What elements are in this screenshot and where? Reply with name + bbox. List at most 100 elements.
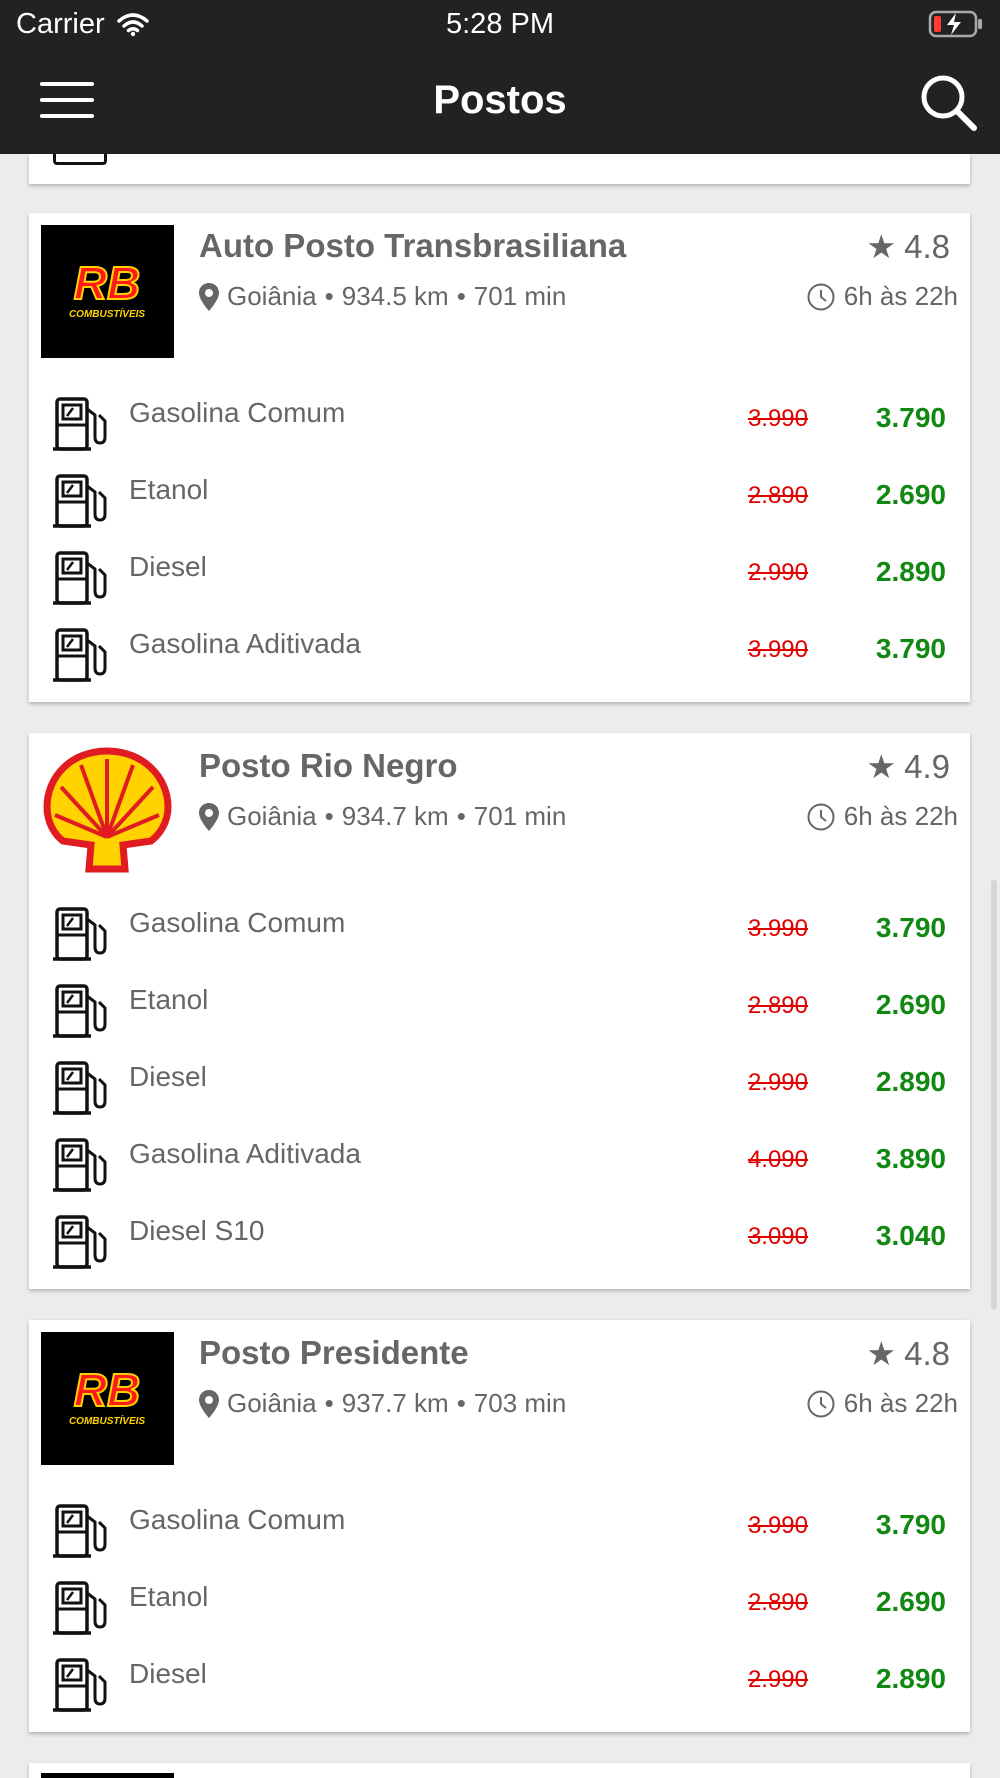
station-rating: ★ 4.8 xyxy=(867,227,950,266)
search-icon[interactable] xyxy=(918,72,978,132)
old-price: 2.890 xyxy=(747,992,808,1019)
fuel-pump-icon xyxy=(51,626,109,684)
fuel-name: Gasolina Comum xyxy=(129,907,346,938)
old-price: 3.990 xyxy=(747,405,808,432)
fuel-pump-icon xyxy=(51,395,109,453)
old-price: 2.990 xyxy=(747,1666,808,1693)
status-bar: Carrier 5:28 PM xyxy=(0,0,1000,52)
scrollbar[interactable] xyxy=(991,880,997,1310)
new-price: 3.790 xyxy=(875,402,946,433)
fuel-name: Gasolina Aditivada xyxy=(129,628,361,659)
fuel-name: Diesel S10 xyxy=(129,1215,265,1246)
station-city: Goiânia xyxy=(227,1388,317,1418)
fuel-row[interactable]: Gasolina Comum 3.990 3.790 xyxy=(29,903,970,980)
hours-value: 6h às 22h xyxy=(843,281,958,311)
fuel-name: Gasolina Comum xyxy=(129,1504,346,1535)
hours-value: 6h às 22h xyxy=(843,801,958,831)
fuel-row[interactable]: Diesel 2.990 2.890 xyxy=(29,1654,970,1731)
new-price: 2.690 xyxy=(875,1586,946,1617)
new-price: 2.890 xyxy=(875,1066,946,1097)
station-logo-rb: RB COMBUSTÍVEIS xyxy=(41,225,174,358)
fuel-pump-icon xyxy=(51,1059,109,1117)
new-price: 3.890 xyxy=(875,1143,946,1174)
clock-icon xyxy=(807,283,835,310)
fuel-pump-icon xyxy=(51,1579,109,1637)
old-price: 2.890 xyxy=(747,482,808,509)
separator-dot: • xyxy=(324,1388,334,1418)
station-distance: 934.7 km xyxy=(341,801,449,831)
new-price: 2.690 xyxy=(875,989,946,1020)
star-icon: ★ xyxy=(866,748,897,785)
station-city: Goiânia xyxy=(227,801,317,831)
fuel-row[interactable]: Etanol 2.890 2.690 xyxy=(29,980,970,1057)
location-pin-icon xyxy=(199,282,219,311)
station-logo-shell xyxy=(41,745,174,878)
fuel-row[interactable]: Gasolina Aditivada 3.990 3.790 xyxy=(29,624,970,701)
fuel-row[interactable]: Diesel S10 3.090 3.040 xyxy=(29,1211,970,1288)
fuel-row[interactable]: Gasolina Aditivada 4.090 3.890 xyxy=(29,1134,970,1211)
new-price: 3.790 xyxy=(875,633,946,664)
app-header: Postos xyxy=(0,52,1000,154)
station-location: Goiânia • 934.5 km • 701 min xyxy=(199,281,566,312)
new-price: 3.790 xyxy=(875,912,946,943)
fuel-pump-icon xyxy=(51,1656,109,1714)
fuel-name: Diesel xyxy=(129,1658,207,1689)
station-card[interactable]: RB COMBUSTÍVEIS Posto Presidente Goiânia… xyxy=(29,1320,970,1732)
fuel-row[interactable]: Gasolina Comum 3.990 3.790 xyxy=(29,393,970,470)
fuel-pump-icon xyxy=(51,982,109,1040)
separator-dot: • xyxy=(456,281,466,311)
old-price: 3.990 xyxy=(747,1512,808,1539)
station-name: Auto Posto Transbrasiliana xyxy=(199,227,627,264)
rating-value: 4.8 xyxy=(904,1334,950,1372)
station-card-partial[interactable] xyxy=(29,154,970,184)
old-price: 3.990 xyxy=(747,636,808,663)
station-location: Goiânia • 934.7 km • 701 min xyxy=(199,801,566,832)
station-card[interactable]: RB COMBUSTÍVEIS Auto Posto Transbrasilia… xyxy=(29,213,970,702)
rating-value: 4.9 xyxy=(904,747,950,785)
fuel-name: Diesel xyxy=(129,551,207,582)
station-distance: 934.5 km xyxy=(341,281,449,311)
new-price: 3.790 xyxy=(875,1509,946,1540)
station-name: Posto Presidente xyxy=(199,1334,469,1371)
new-price: 2.890 xyxy=(875,1663,946,1694)
fuel-row[interactable]: Etanol 2.890 2.690 xyxy=(29,470,970,547)
fuel-name: Gasolina Aditivada xyxy=(129,1138,361,1169)
fuel-pump-icon xyxy=(51,1502,109,1560)
separator-dot: • xyxy=(324,281,334,311)
fuel-row[interactable]: Diesel 2.990 2.890 xyxy=(29,1057,970,1134)
location-pin-icon xyxy=(199,1389,219,1418)
fuel-name: Etanol xyxy=(129,1581,209,1612)
station-duration: 703 min xyxy=(473,1388,567,1418)
fuel-row[interactable]: Gasolina Comum 3.990 3.790 xyxy=(29,1500,970,1577)
fuel-row[interactable]: Diesel 2.990 2.890 xyxy=(29,547,970,624)
fuel-pump-icon xyxy=(51,1213,109,1271)
station-hours: 6h às 22h xyxy=(806,1388,958,1419)
old-price: 2.990 xyxy=(747,1069,808,1096)
fuel-pump-icon xyxy=(53,154,107,165)
fuel-pump-icon xyxy=(51,1136,109,1194)
old-price: 3.990 xyxy=(747,915,808,942)
station-rating: ★ 4.9 xyxy=(867,747,950,786)
status-time: 5:28 PM xyxy=(446,8,554,40)
station-card[interactable]: Posto Rio Negro Goiânia • 934.7 km • 701… xyxy=(29,733,970,1289)
svg-text:RB: RB xyxy=(74,1364,140,1416)
old-price: 2.890 xyxy=(747,1589,808,1616)
star-icon: ★ xyxy=(866,228,897,265)
fuel-name: Etanol xyxy=(129,984,209,1015)
station-rating: ★ 4.8 xyxy=(867,1334,950,1373)
station-duration: 701 min xyxy=(473,801,567,831)
fuel-row[interactable]: Etanol 2.890 2.690 xyxy=(29,1577,970,1654)
rating-value: 4.8 xyxy=(904,227,950,265)
star-icon: ★ xyxy=(866,1335,897,1372)
station-logo xyxy=(41,1773,174,1778)
station-card-partial[interactable] xyxy=(29,1763,970,1778)
station-hours: 6h às 22h xyxy=(806,281,958,312)
old-price: 3.090 xyxy=(747,1223,808,1250)
station-city: Goiânia xyxy=(227,281,317,311)
station-logo-rb: RB COMBUSTÍVEIS xyxy=(41,1332,174,1465)
station-hours: 6h às 22h xyxy=(806,801,958,832)
clock-icon xyxy=(807,1390,835,1417)
fuel-pump-icon xyxy=(51,472,109,530)
fuel-name: Gasolina Comum xyxy=(129,397,346,428)
station-location: Goiânia • 937.7 km • 703 min xyxy=(199,1388,566,1419)
